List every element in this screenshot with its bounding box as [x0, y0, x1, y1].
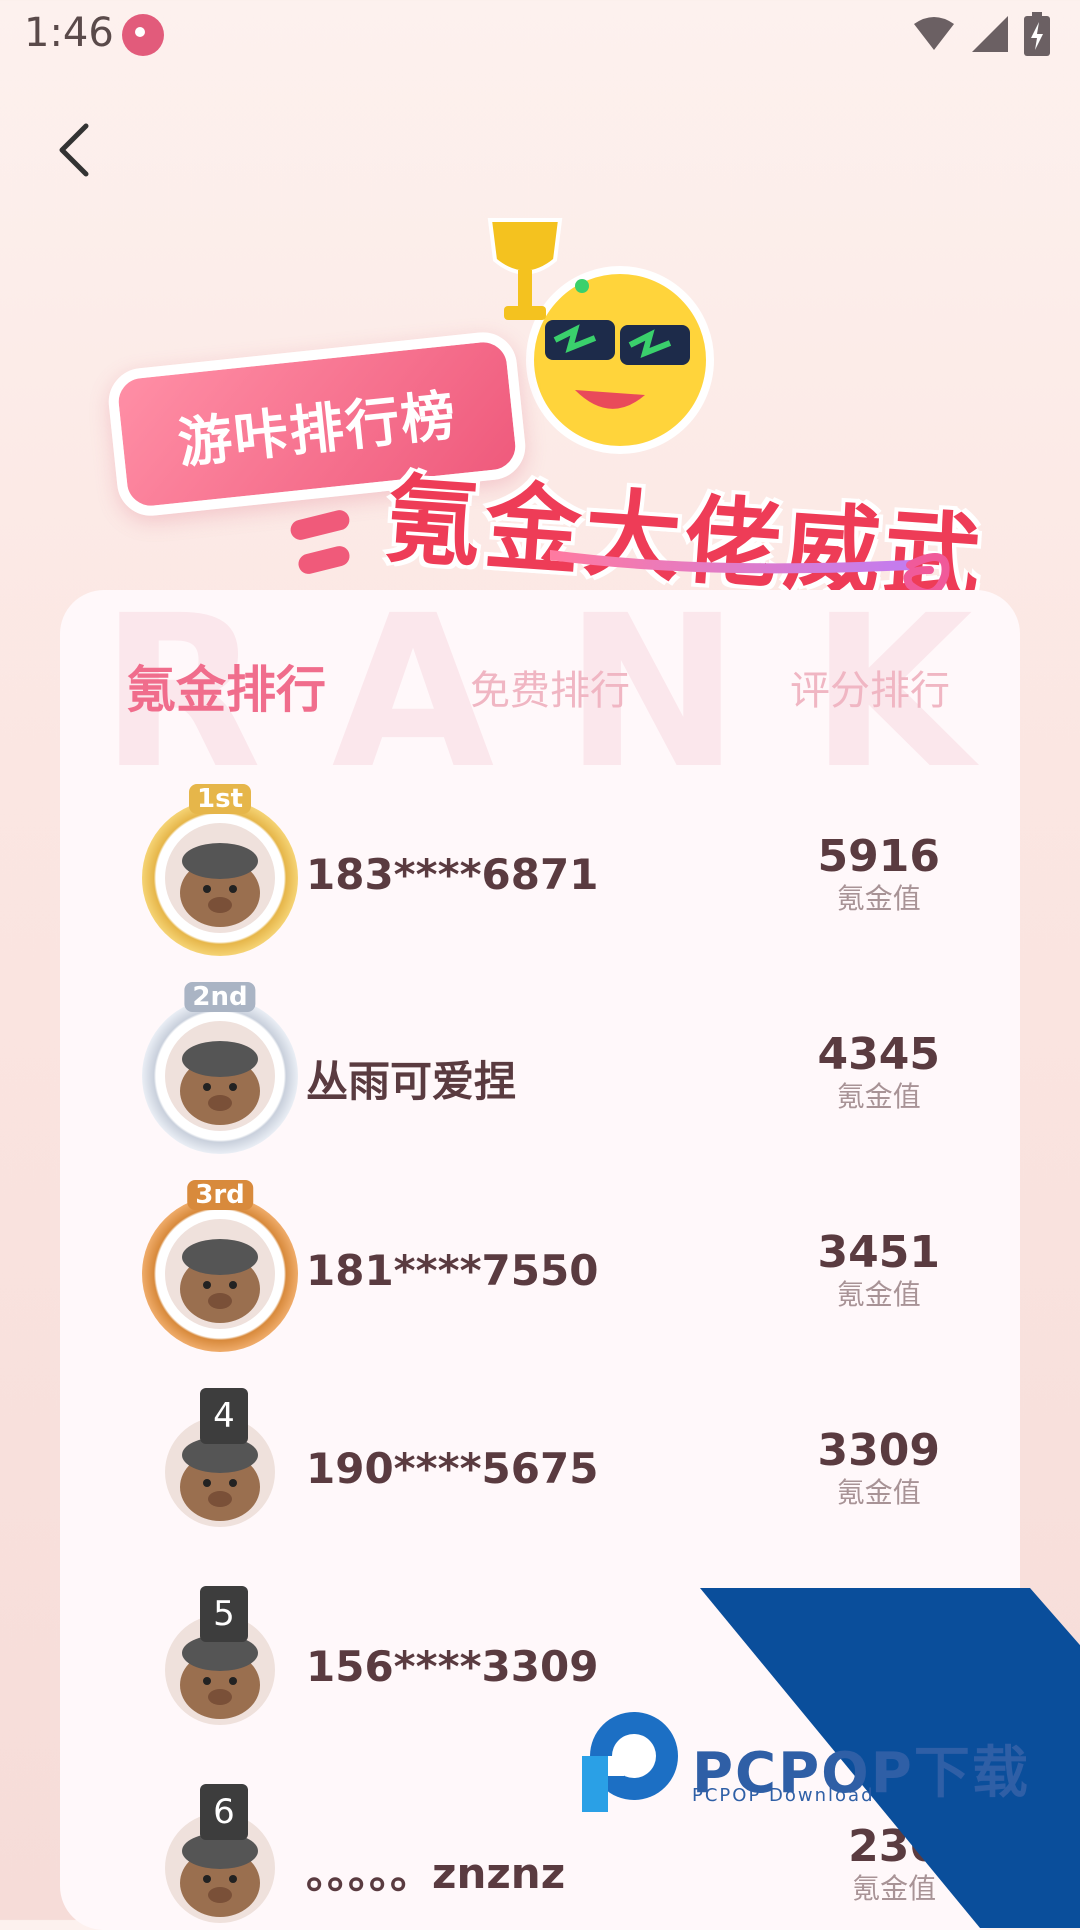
hero-banner: 游咔排行榜 氪金大佬威武 [0, 90, 1080, 617]
user-name: 丛雨可爱捏 [306, 1057, 517, 1106]
rank-number-badge: 4 [200, 1388, 248, 1444]
score-unit: 氪金值 [836, 882, 921, 915]
avatar: 2nd [142, 982, 298, 1154]
game-app-icon [122, 14, 164, 56]
score-unit: 氪金值 [836, 1080, 921, 1113]
score-value: 5916 [817, 831, 940, 882]
status-time: 1:46 [24, 10, 114, 56]
user-name: 。。。。。znznz [306, 1849, 566, 1898]
score-block: 3309 氪金值 [818, 1426, 940, 1510]
score-unit: 氪金值 [852, 1872, 937, 1905]
avatar: 4 [150, 1388, 290, 1542]
status-bar: 1:46 [0, 0, 1080, 72]
ranking-row-6[interactable]: 6 。。。。。znznz 236 氪金值 [60, 1784, 1020, 1930]
score-block: 5916 氪金值 [818, 832, 940, 916]
medal-label: 2nd [184, 982, 256, 1012]
score-value: 3309 [817, 1425, 940, 1476]
score-unit: 氪金值 [836, 1476, 921, 1509]
avatar: 3rd [142, 1180, 298, 1352]
signal-icon [972, 16, 1008, 52]
battery-charging-icon [1024, 12, 1050, 56]
medal-label: 3rd [187, 1180, 253, 1210]
ranking-tabs: 氪金排行 免费排行 评分排行 [60, 650, 1020, 830]
rank-number-badge: 5 [200, 1586, 248, 1642]
rank-number-badge: 6 [200, 1784, 248, 1840]
tab-score-ranking[interactable]: 评分排行 [790, 658, 950, 716]
capybara-avatar-icon [165, 1021, 275, 1131]
ranking-row-1[interactable]: 1st 183****6871 5916 氪金值 [60, 784, 1020, 988]
avatar: 1st [142, 784, 298, 956]
watermark-sub: PCPOP Download [692, 1785, 875, 1806]
user-name: 190****5675 [306, 1444, 599, 1493]
ranking-row-2[interactable]: 2nd 丛雨可爱捏 4345 氪金值 [60, 982, 1020, 1186]
pcpop-logo-icon [582, 1712, 678, 1812]
user-name: 181****7550 [306, 1246, 599, 1295]
decor-dash [288, 508, 352, 542]
capybara-avatar-icon [165, 823, 275, 933]
ranking-row-4[interactable]: 4 190****5675 3309 氪金值 [60, 1388, 1020, 1582]
tab-krypton-ranking[interactable]: 氪金排行 [126, 650, 326, 722]
user-name: 156****3309 [306, 1642, 599, 1691]
score-unit: 氪金值 [836, 1278, 921, 1311]
score-value: 3451 [817, 1227, 940, 1278]
score-block: 3451 氪金值 [818, 1228, 940, 1312]
tab-free-ranking[interactable]: 免费排行 [470, 658, 630, 716]
score-value: 4345 [817, 1029, 940, 1080]
avatar: 5 [150, 1586, 290, 1740]
wifi-icon [914, 17, 954, 50]
capybara-avatar-icon [165, 1219, 275, 1329]
avatar: 6 [150, 1784, 290, 1930]
user-name: 183****6871 [306, 850, 599, 899]
score-block: 4345 氪金值 [818, 1030, 940, 1114]
ranking-row-3[interactable]: 3rd 181****7550 3451 氪金值 [60, 1180, 1020, 1384]
decor-dash [296, 544, 352, 576]
medal-label: 1st [189, 784, 251, 814]
status-icons [912, 12, 1050, 56]
